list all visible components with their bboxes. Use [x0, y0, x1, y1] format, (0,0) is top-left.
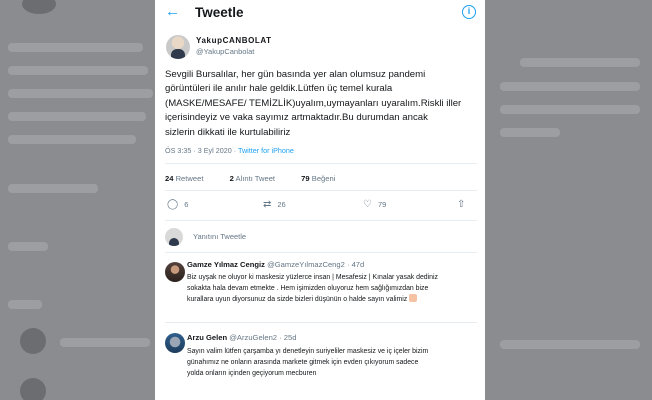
share-button[interactable]: ⇧ — [457, 199, 471, 210]
author-name[interactable]: YakupCANBOLAT — [196, 36, 272, 45]
background-text-line — [8, 89, 153, 98]
tweet-panel: ← Tweetle i YakupCANBOLAT @YakupCanbolat… — [155, 0, 485, 400]
back-arrow-icon[interactable]: ← — [165, 4, 180, 20]
background-avatar — [20, 378, 46, 400]
divider — [165, 220, 477, 221]
heart-icon: ♡ — [363, 199, 372, 210]
tweet-source-link[interactable]: Twitter for iPhone — [238, 146, 294, 155]
retweets-count: 24 — [165, 174, 174, 183]
author-handle[interactable]: @YakupCanbolat — [196, 47, 254, 56]
divider — [165, 163, 477, 164]
tweet-text-line: sizlerin dikkati ile kurtulabiliriz — [165, 126, 291, 138]
reply-count: 6 — [184, 200, 189, 209]
top-bar: ← Tweetle i — [155, 0, 485, 26]
tweet-text-line: Sevgili Bursalılar, her gün basında yer … — [165, 69, 426, 80]
reply-text-line-content: kurallara uyun diyorsunuz da sizde bizle… — [187, 296, 408, 303]
reply-composer[interactable]: Yanıtını Tweetle — [165, 227, 477, 249]
retweet-icon: ⇄ — [263, 199, 272, 210]
reply-author-name: Gamze Yılmaz Cengiz — [187, 260, 265, 269]
reply-text: Sayın valim lütfen çarşamba yı denetleyi… — [187, 346, 475, 379]
reply-text-line: sokakta hala devam etmekte . Hem işimizd… — [187, 285, 429, 292]
tweet-time[interactable]: ÖS 3:35 · 3 Eyl 2020 · — [165, 146, 238, 155]
info-icon[interactable]: i — [462, 5, 476, 19]
background-text-line — [500, 340, 640, 349]
likes-label: Beğeni — [311, 174, 336, 183]
reply-text-line: günahımız ne onların arasında markete gi… — [187, 359, 419, 366]
reply-button[interactable]: ◯ 6 — [167, 199, 188, 210]
reply-author-name: Arzu Gelen — [187, 333, 228, 342]
background-text-line — [500, 105, 640, 114]
user-avatar — [165, 228, 183, 246]
reply-author-handle: @ArzuGelen2 · 25d — [229, 333, 297, 342]
background-avatar — [20, 328, 46, 354]
reply-author[interactable]: Gamze Yılmaz Cengiz @GamzeYılmazCeng2 · … — [187, 260, 364, 269]
tweet-actions: ◯ 6 ⇄ 26 ♡ 79 ⇧ — [155, 199, 485, 213]
background-text-line — [8, 300, 42, 309]
background-avatar — [22, 0, 56, 14]
tweet-text-line: (MASKE/MESAFE/ TEMİZLİK)uyalım,uymayanla… — [165, 97, 462, 109]
reply-text-line: Biz uyşak ne oluyor ki maskesiz yüzlerce… — [187, 274, 438, 281]
reply-text: Biz uyşak ne oluyor ki maskesiz yüzlerce… — [187, 272, 475, 305]
background-text-line — [8, 112, 146, 121]
reply-text-line: kurallara uyun diyorsunuz da sizde bizle… — [187, 294, 475, 305]
reply-icon: ◯ — [167, 199, 179, 210]
divider — [165, 190, 477, 191]
reply-author-handle: @GamzeYılmazCeng2 · 47d — [267, 260, 365, 269]
author-avatar[interactable] — [166, 35, 190, 59]
likes-count: 79 — [301, 174, 310, 183]
reply-author-avatar[interactable] — [165, 333, 185, 353]
retweet-count: 26 — [277, 200, 286, 209]
background-text-line — [8, 66, 148, 75]
background-text-line — [520, 58, 640, 67]
reply-text-line: Sayın valim lütfen çarşamba yı denetleyi… — [187, 348, 429, 355]
clapping-hands-emoji — [409, 294, 418, 302]
reply-text-line: yolda onların içinden geçiyorum mecburen — [187, 370, 317, 377]
like-count: 79 — [377, 200, 387, 209]
background-text-line — [60, 338, 150, 347]
background-text-line — [500, 128, 560, 137]
reply-input-placeholder[interactable]: Yanıtını Tweetle — [193, 232, 246, 241]
background-text-line — [500, 82, 640, 91]
quotes-label: Alıntı Tweet — [235, 174, 276, 183]
tweet-text-line: içerisindeyiz ve vaka sayımız artmaktadı… — [165, 112, 428, 124]
background-text-line — [8, 135, 136, 144]
background-text-line — [8, 242, 48, 251]
tweet-text-line: görüntüleri ile anılır hale geldik.Lütfe… — [165, 83, 393, 95]
retweet-button[interactable]: ⇄ 26 — [263, 199, 286, 210]
divider — [165, 322, 477, 323]
reply-author-avatar[interactable] — [165, 262, 185, 282]
like-button[interactable]: ♡ 79 — [363, 199, 386, 210]
quotes-count: 2 — [229, 174, 234, 183]
likes-stat[interactable]: 79 Beğeni — [301, 174, 347, 183]
quotes-stat[interactable]: 2 Alıntı Tweet — [230, 174, 287, 183]
share-icon: ⇧ — [457, 199, 466, 210]
divider — [165, 252, 477, 253]
tweet-timestamp: ÖS 3:35 · 3 Eyl 2020 · Twitter for iPhon… — [165, 146, 294, 155]
tweet-stats: 24 Retweet 2 Alıntı Tweet 79 Beğeni — [165, 174, 359, 183]
background-text-line — [8, 184, 98, 193]
tweet-text: Sevgili Bursalılar, her gün basında yer … — [165, 68, 465, 140]
retweets-label: Retweet — [175, 174, 204, 183]
background-text-line — [8, 43, 143, 52]
retweets-stat[interactable]: 24 Retweet — [165, 174, 215, 183]
page-title: Tweetle — [195, 5, 244, 20]
reply-author[interactable]: Arzu Gelen @ArzuGelen2 · 25d — [187, 333, 296, 342]
